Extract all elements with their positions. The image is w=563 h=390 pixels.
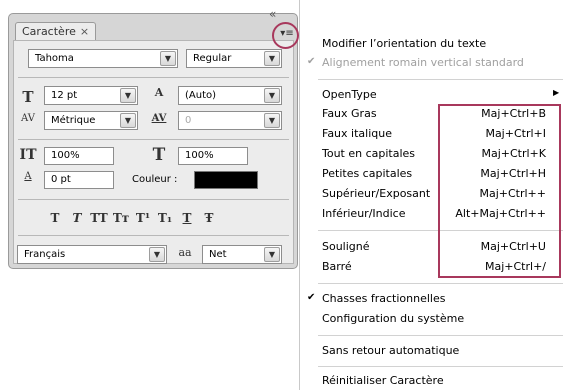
collapse-panel-icon[interactable]: « xyxy=(269,8,276,20)
chevron-down-icon[interactable]: ▼ xyxy=(149,247,165,262)
kerning-dropdown[interactable]: Métrique ▼ xyxy=(44,111,138,130)
menu-item-fractional-widths[interactable]: Chasses fractionnelles xyxy=(322,292,445,306)
menu-separator xyxy=(318,283,563,284)
chevron-down-icon[interactable]: ▼ xyxy=(264,88,280,103)
kerning-icon: AV xyxy=(21,113,35,124)
menu-separator xyxy=(318,366,563,367)
tab-caractere[interactable]: Caractère × xyxy=(15,22,97,41)
chevron-down-icon[interactable]: ▼ xyxy=(120,113,136,128)
menu-item-faux-bold[interactable]: Faux Gras xyxy=(322,107,377,121)
strikethrough-button[interactable]: Ŧ xyxy=(198,211,220,225)
type-style-buttons: T T TT Tт T¹ T₁ T Ŧ xyxy=(44,211,220,225)
color-label: Couleur : xyxy=(132,174,178,185)
color-swatch[interactable] xyxy=(194,171,258,189)
check-icon: ✔ xyxy=(307,56,316,67)
tracking-dropdown[interactable]: 0 ▼ xyxy=(178,111,282,130)
panel-header: Caractère × « ▾≡ xyxy=(9,8,297,41)
check-icon: ✔ xyxy=(307,292,316,303)
divider xyxy=(18,77,289,78)
anti-aliasing-value: Net xyxy=(209,249,227,260)
character-panel: Caractère × « ▾≡ Tahoma ▼ Regular ▼ T 12 … xyxy=(8,8,298,269)
tracking-value: 0 xyxy=(185,115,192,126)
menu-separator xyxy=(318,335,563,336)
horizontal-scale-icon: T xyxy=(152,145,166,165)
underline-button[interactable]: T xyxy=(176,211,198,225)
menu-item-strikethrough[interactable]: Barré xyxy=(322,260,352,274)
menu-item-no-break[interactable]: Sans retour automatique xyxy=(322,344,459,358)
menu-separator xyxy=(318,79,563,80)
font-family-dropdown[interactable]: Tahoma ▼ xyxy=(28,49,178,68)
font-size-dropdown[interactable]: 12 pt ▼ xyxy=(44,86,138,105)
horizontal-scale-field[interactable]: 100% xyxy=(178,147,248,165)
all-caps-button[interactable]: TT xyxy=(88,211,110,225)
chevron-down-icon[interactable]: ▼ xyxy=(264,247,280,262)
font-size-icon: T xyxy=(22,88,34,106)
small-caps-button[interactable]: Tт xyxy=(110,211,132,225)
superscript-button[interactable]: T¹ xyxy=(132,211,154,225)
language-value: Français xyxy=(24,249,66,260)
anti-aliasing-dropdown[interactable]: Net ▼ xyxy=(202,245,282,264)
font-family-value: Tahoma xyxy=(35,53,74,64)
font-style-dropdown[interactable]: Regular ▼ xyxy=(186,49,282,68)
font-size-value: 12 pt xyxy=(51,90,78,101)
tab-label: Caractère xyxy=(22,25,76,38)
menu-item-change-text-orientation[interactable]: Modifier l’orientation du texte xyxy=(322,37,486,51)
shortcuts-highlight xyxy=(438,104,561,278)
tab-close-icon[interactable]: × xyxy=(80,25,89,38)
faux-bold-button[interactable]: T xyxy=(44,211,66,225)
anti-aliasing-icon: aa xyxy=(178,246,192,259)
font-style-value: Regular xyxy=(193,53,232,64)
menu-button-highlight xyxy=(272,22,299,49)
leading-value: (Auto) xyxy=(185,90,217,101)
submenu-arrow-icon: ▶ xyxy=(553,88,560,97)
vertical-scale-field[interactable]: 100% xyxy=(44,147,114,165)
tracking-icon: AV xyxy=(151,113,167,124)
menu-item-system-layout[interactable]: Configuration du système xyxy=(322,312,464,326)
menu-item-faux-italic[interactable]: Faux italique xyxy=(322,127,392,141)
leading-dropdown[interactable]: (Auto) ▼ xyxy=(178,86,282,105)
menu-item-all-caps[interactable]: Tout en capitales xyxy=(322,147,415,161)
language-dropdown[interactable]: Français ▼ xyxy=(17,245,167,264)
menu-item-small-caps[interactable]: Petites capitales xyxy=(322,167,412,181)
divider xyxy=(18,139,289,140)
menu-item-opentype[interactable]: OpenType xyxy=(322,88,377,102)
baseline-shift-field[interactable]: 0 pt xyxy=(44,171,114,189)
kerning-value: Métrique xyxy=(51,115,96,126)
chevron-down-icon[interactable]: ▼ xyxy=(264,113,280,128)
subscript-button[interactable]: T₁ xyxy=(154,211,176,225)
menu-item-standard-vertical-roman-alignment[interactable]: Alignement romain vertical standard xyxy=(322,56,524,70)
menu-item-underline[interactable]: Souligné xyxy=(322,240,370,254)
chevron-down-icon[interactable]: ▼ xyxy=(120,88,136,103)
chevron-down-icon[interactable]: ▼ xyxy=(264,51,280,66)
chevron-down-icon[interactable]: ▼ xyxy=(160,51,176,66)
leading-icon: A xyxy=(154,86,164,99)
vertical-scale-icon: IT xyxy=(19,147,37,163)
menu-item-reset-character[interactable]: Réinitialiser Caractère xyxy=(322,374,444,388)
menu-item-subscript[interactable]: Inférieur/Indice xyxy=(322,207,405,221)
faux-italic-button[interactable]: T xyxy=(66,211,88,225)
menu-item-superscript[interactable]: Supérieur/Exposant xyxy=(322,187,430,201)
panel-body: Tahoma ▼ Regular ▼ T 12 pt ▼ A (Auto) ▼ … xyxy=(13,40,294,264)
baseline-shift-icon: A xyxy=(24,171,32,182)
divider xyxy=(18,199,289,200)
divider xyxy=(18,235,289,236)
